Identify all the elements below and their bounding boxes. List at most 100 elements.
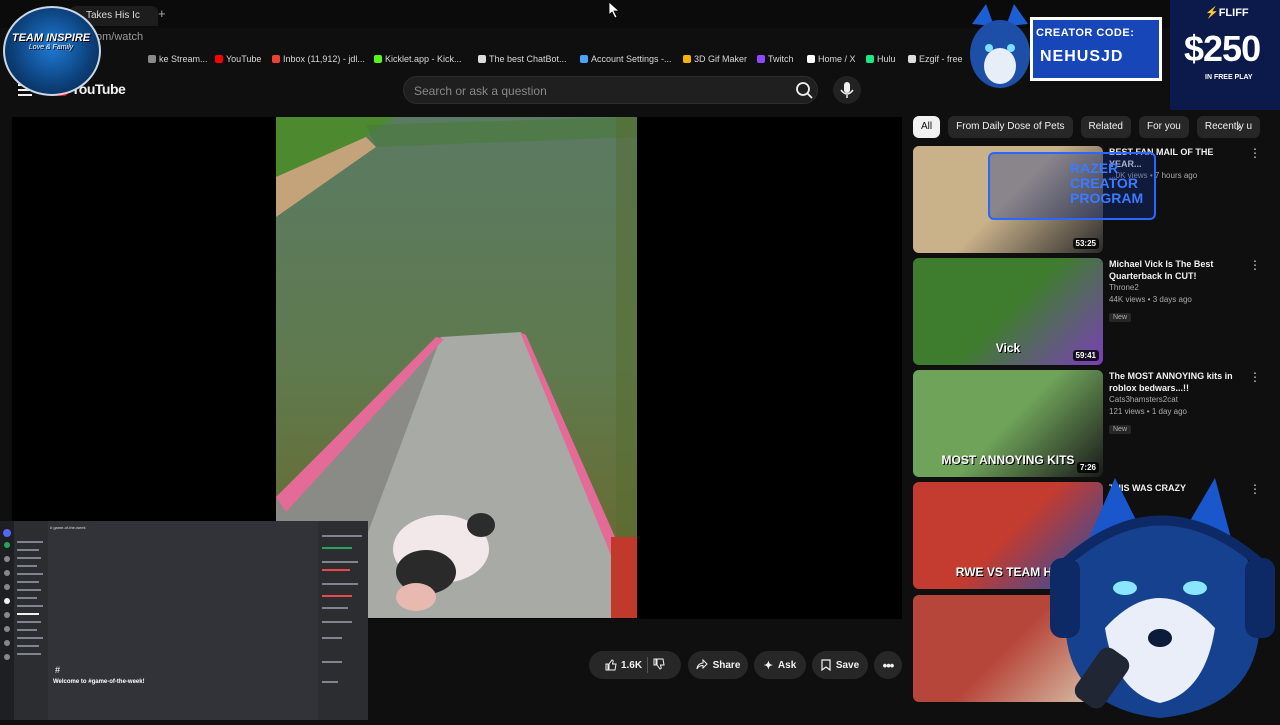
video-meta: 121 views • 1 day ago <box>1109 407 1187 416</box>
thumbs-up-icon <box>605 659 617 671</box>
new-badge: New <box>1109 425 1132 434</box>
thumbnail-text: MOST ANNOYING KITS <box>941 453 1075 467</box>
search-box[interactable] <box>403 76 818 105</box>
like-count: 1.6K <box>620 659 643 671</box>
chevron-right-icon[interactable]: › <box>1236 118 1241 134</box>
recommendation-title[interactable]: The MOST ANNOYING kits in roblox bedwars… <box>1109 370 1244 394</box>
save-button[interactable]: Save <box>812 651 868 679</box>
address-bar[interactable]: om/watch <box>60 28 960 46</box>
bookmark-label: Kicklet.app - Kick... <box>385 54 462 64</box>
bookmark-item[interactable]: The best ChatBot... <box>478 50 567 68</box>
video-thumbnail[interactable]: Vick 59:41 <box>913 258 1103 365</box>
bookmark-favicon-icon <box>683 55 691 63</box>
bookmark-item[interactable]: Inbox (11,912) - jdl... <box>272 50 365 68</box>
like-divider <box>647 657 649 673</box>
new-tab-icon[interactable]: + <box>158 6 166 21</box>
bookmark-icon <box>821 659 831 671</box>
sparkle-icon: ✦ <box>763 659 773 672</box>
filter-chips: All From Daily Dose of Pets Related For you… <box>913 116 1261 138</box>
recommendation-title[interactable]: Michael Vick Is The Best Quarterback In … <box>1109 258 1244 282</box>
duration-badge: 53:25 <box>1072 238 1099 249</box>
bookmark-label: Twitch <box>768 54 794 64</box>
discord-overlay <box>0 521 368 720</box>
discord-welcome-text: Welcome to #game-of-the-week! <box>53 679 145 685</box>
bookmark-favicon-icon <box>757 55 765 63</box>
wolf-mascot-streamer <box>1045 478 1280 720</box>
share-icon <box>696 659 708 670</box>
channel-name[interactable]: Throne2 <box>1109 282 1244 294</box>
share-label: Share <box>712 659 741 671</box>
video-meta: 44K views • 3 days ago <box>1109 295 1192 304</box>
bookmark-favicon-icon <box>908 55 916 63</box>
team-inspire-logo-text: TEAM INSPIRE Love & Family <box>11 32 91 51</box>
bookmark-label: Inbox (11,912) - jdl... <box>283 54 365 64</box>
bookmark-favicon-icon <box>866 55 874 63</box>
bookmark-label: ke Stream... <box>159 54 208 64</box>
search-input[interactable] <box>404 77 776 105</box>
wolf-mascot-small <box>962 4 1038 98</box>
share-button[interactable]: Share <box>688 651 748 679</box>
more-actions-button[interactable]: ••• <box>874 651 902 679</box>
bookmark-item[interactable]: Twitch <box>757 50 794 68</box>
like-dislike-group: 1.6K <box>589 651 681 679</box>
mic-icon[interactable] <box>833 76 861 104</box>
discord-member-list <box>318 521 368 720</box>
fliff-amount: $250 <box>1184 28 1261 69</box>
bookmark-label: Home / X <box>818 54 856 64</box>
bookmark-item[interactable]: Home / X <box>807 50 856 68</box>
bookmark-label: Hulu <box>877 54 896 64</box>
ask-label: Ask <box>777 659 797 671</box>
filter-chip[interactable]: All <box>913 116 941 138</box>
like-button[interactable]: 1.6K <box>605 659 642 671</box>
bookmark-favicon-icon <box>580 55 588 63</box>
new-badge: New <box>1109 313 1132 322</box>
bookmark-favicon-icon <box>478 55 486 63</box>
bookmark-item[interactable]: Kicklet.app - Kick... <box>374 50 462 68</box>
more-vert-icon[interactable]: ⋮ <box>1249 146 1261 160</box>
duration-badge: 59:41 <box>1072 350 1099 361</box>
bookmark-favicon-icon <box>215 55 223 63</box>
bookmark-label: Account Settings -... <box>591 54 672 64</box>
fliff-brand: ⚡FLIFF <box>1205 7 1249 19</box>
more-vert-icon[interactable]: ⋮ <box>1249 258 1261 272</box>
bookmark-label: The best ChatBot... <box>489 54 567 64</box>
bookmark-item[interactable]: Hulu <box>866 50 896 68</box>
razer-creator-text: RAZER CREATOR PROGRAM <box>1070 160 1144 206</box>
filter-chip[interactable]: From Daily Dose of Pets <box>948 116 1073 138</box>
dislike-button[interactable] <box>653 658 665 673</box>
save-label: Save <box>835 659 860 671</box>
bookmark-item[interactable]: 3D Gif Maker <box>683 50 747 68</box>
search-icon[interactable] <box>792 79 816 101</box>
url-text: om/watch <box>96 31 144 43</box>
video-thumbnail[interactable]: MOST ANNOYING KITS 7:26 <box>913 370 1103 477</box>
recommendation-item[interactable]: MOST ANNOYING KITS 7:26 The MOST ANNOYING … <box>913 370 1263 477</box>
discord-channel-header: # game-of-the-week <box>50 525 86 530</box>
bookmarks-bar: ke Stream... YouTube Inbox (11,912) - jdl.… <box>0 50 1000 68</box>
bookmark-label: Ezgif - free <box>919 54 963 64</box>
more-horizontal-icon: ••• <box>882 657 895 673</box>
bookmark-item[interactable]: YouTube <box>215 50 261 68</box>
channel-name[interactable]: Cats3hamsters2cat <box>1109 394 1244 406</box>
creator-code-label: CREATOR CODE: <box>1036 27 1135 39</box>
fliff-subtext: IN FREE PLAY <box>1205 74 1253 81</box>
filter-chip[interactable]: For you <box>1138 116 1189 138</box>
thumbs-down-icon <box>653 658 665 670</box>
bookmark-label: YouTube <box>226 54 262 64</box>
bookmark-item[interactable]: Account Settings -... <box>580 50 672 68</box>
discord-channel-list <box>14 521 48 720</box>
bookmark-favicon-icon <box>272 55 280 63</box>
bookmark-favicon-icon <box>148 55 156 63</box>
bookmark-item[interactable]: ke Stream... <box>148 50 208 68</box>
team-inspire-logo <box>3 6 101 96</box>
creator-code-value: NEHUSJD <box>1040 48 1124 65</box>
filter-chip[interactable]: Recently u <box>1196 116 1261 138</box>
bookmark-favicon-icon <box>807 55 815 63</box>
discord-hash-icon: # <box>55 665 61 675</box>
recommendation-item[interactable]: Vick 59:41 Michael Vick Is The Best Quarte… <box>913 258 1263 365</box>
ask-button[interactable]: ✦ Ask <box>754 651 806 679</box>
bookmark-favicon-icon <box>374 55 382 63</box>
more-vert-icon[interactable]: ⋮ <box>1249 370 1261 384</box>
filter-chip[interactable]: Related <box>1080 116 1131 138</box>
bookmark-item[interactable]: Ezgif - free <box>908 50 963 68</box>
bookmark-label: 3D Gif Maker <box>694 54 748 64</box>
